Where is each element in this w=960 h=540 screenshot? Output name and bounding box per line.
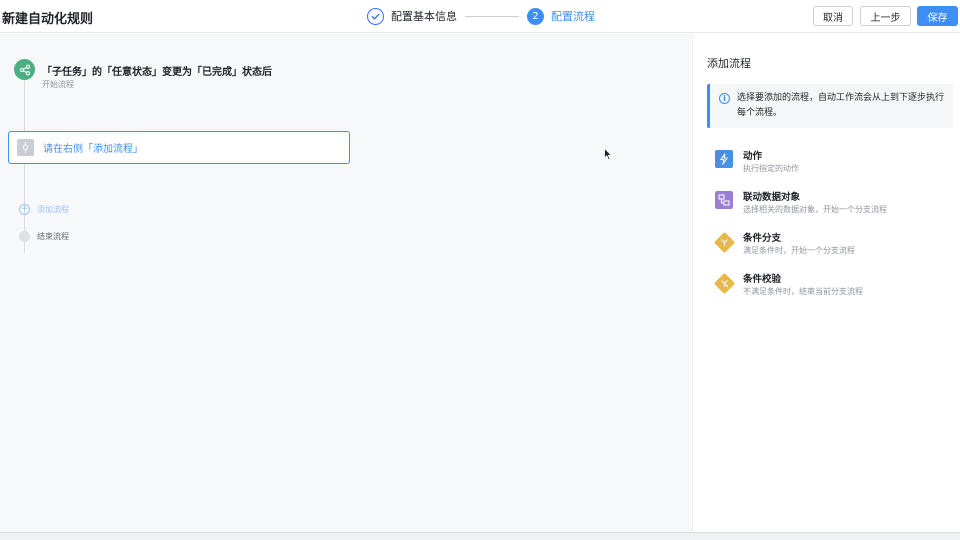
add-flow-panel: 添加流程 i 选择要添加的流程，自动工作流会从上到下逐步执行每个流程。 动作 执… bbox=[692, 34, 960, 532]
info-text: 选择要添加的流程，自动工作流会从上到下逐步执行每个流程。 bbox=[737, 93, 945, 118]
page-title: 新建自动化规则 bbox=[2, 12, 94, 27]
linked-data-icon bbox=[715, 191, 733, 209]
option-desc: 选择相关的数据对象，开始一个分支流程 bbox=[743, 205, 887, 214]
top-header: 新建自动化规则 配置基本信息 2 配置流程 取消 上一步 保存 bbox=[0, 0, 960, 33]
step-number: 2 bbox=[527, 7, 544, 25]
option-title: 联动数据对象 bbox=[743, 192, 801, 203]
flow-placeholder-card[interactable]: 请在右侧「添加流程」 bbox=[8, 131, 350, 164]
option-title: 条件校验 bbox=[743, 274, 782, 285]
step-label: 配置流程 bbox=[551, 10, 595, 23]
flow-canvas bbox=[0, 34, 692, 532]
bottom-bar bbox=[0, 532, 960, 540]
option-desc: 执行指定的动作 bbox=[743, 164, 799, 173]
trigger-title[interactable]: 「子任务」的「任意状态」变更为「已完成」状态后 bbox=[42, 63, 272, 78]
option-linked-data[interactable]: 联动数据对象 选择相关的数据对象，开始一个分支流程 bbox=[715, 189, 945, 221]
add-flow-label: 添加流程 bbox=[37, 205, 69, 214]
info-icon: i bbox=[719, 93, 730, 104]
option-condition-branch[interactable]: 条件分支 满足条件时，开始一个分支流程 bbox=[713, 230, 945, 262]
mouse-cursor-icon bbox=[604, 146, 613, 165]
prev-step-button[interactable]: 上一步 bbox=[860, 6, 911, 26]
option-desc: 不满足条件时，结束当前分支流程 bbox=[743, 287, 863, 296]
option-desc: 满足条件时，开始一个分支流程 bbox=[743, 246, 855, 255]
step-label: 配置基本信息 bbox=[391, 10, 457, 23]
step-connector bbox=[465, 15, 519, 17]
plus-circle-icon: + bbox=[19, 204, 30, 215]
step-configure-flow[interactable]: 2 配置流程 bbox=[527, 7, 595, 25]
info-banner: i 选择要添加的流程，自动工作流会从上到下逐步执行每个流程。 bbox=[707, 84, 953, 128]
trigger-share-icon[interactable] bbox=[14, 59, 35, 80]
stepper: 配置基本信息 2 配置流程 bbox=[367, 7, 595, 25]
flow-connector bbox=[24, 80, 25, 132]
cancel-button[interactable]: 取消 bbox=[813, 6, 853, 26]
lightning-icon bbox=[715, 150, 733, 168]
option-action[interactable]: 动作 执行指定的动作 bbox=[715, 148, 945, 180]
option-title: 动作 bbox=[743, 151, 763, 162]
check-icon bbox=[367, 7, 384, 25]
condition-check-icon bbox=[713, 272, 736, 295]
branch-icon bbox=[713, 231, 736, 254]
end-flow-node: 结束流程 bbox=[19, 231, 69, 242]
option-title: 条件分支 bbox=[743, 233, 782, 244]
panel-title: 添加流程 bbox=[707, 57, 751, 70]
step-basic-info[interactable]: 配置基本信息 bbox=[367, 7, 457, 25]
trigger-subtitle: 开始流程 bbox=[42, 80, 74, 89]
save-button[interactable]: 保存 bbox=[917, 6, 958, 26]
placeholder-text: 请在右侧「添加流程」 bbox=[43, 144, 143, 155]
add-flow-node[interactable]: + 添加流程 bbox=[19, 204, 69, 215]
option-condition-check[interactable]: 条件校验 不满足条件时，结束当前分支流程 bbox=[713, 271, 945, 303]
node-placeholder-icon bbox=[17, 139, 34, 156]
end-flow-label: 结束流程 bbox=[37, 232, 69, 241]
end-dot-icon bbox=[19, 231, 30, 242]
